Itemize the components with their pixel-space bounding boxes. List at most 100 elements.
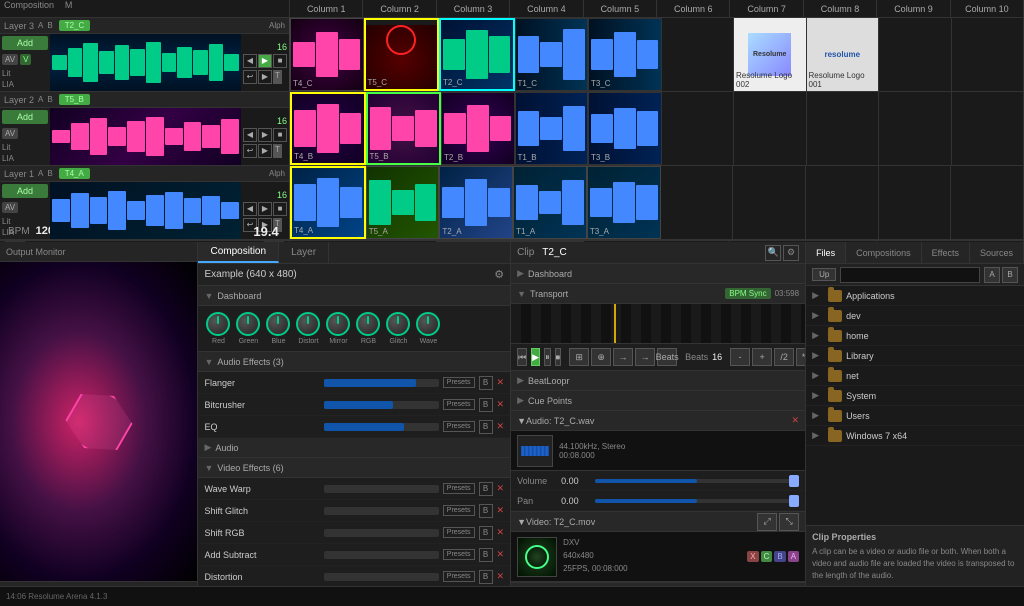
layer-1-stop-btn[interactable]: ■ [273,202,287,216]
clip-cell-l2-7[interactable] [807,92,880,165]
knob-glitch[interactable] [386,312,410,336]
tc-extra-3[interactable]: → [613,348,633,366]
clip-cell-l1-2[interactable]: T2_A [439,166,513,239]
knob-blue[interactable] [266,312,290,336]
dashboard-section-header[interactable]: ▼ Dashboard [198,286,510,306]
layer-1-add-button[interactable]: Add [2,184,48,198]
clip-settings-button[interactable]: ⚙ [783,245,799,261]
knob-rgb[interactable] [356,312,380,336]
tc-play-btn[interactable]: ▶ [531,348,540,366]
clip-cell-l1-5[interactable] [661,166,734,239]
cue-points-header[interactable]: ▶ Cue Points [511,391,805,411]
layer-2-add-button[interactable]: Add [2,110,48,124]
effect-shiftglitch-x-btn[interactable]: ✕ [497,505,505,516]
knob-mirror[interactable] [326,312,350,336]
beatloopr-header[interactable]: ▶ BeatLoopr [511,371,805,391]
effect-shiftrgb-b-btn[interactable]: B [479,526,493,540]
clip-cell-l3-4[interactable]: T3_C [588,18,662,91]
layer-3-prev-btn[interactable]: ◀ [243,54,257,68]
effect-flanger-presets-btn[interactable]: Presets [443,377,475,388]
transport-timeline[interactable] [511,304,805,344]
clip-cell-l3-6[interactable]: Resolume Resolume Logo 002 [734,18,807,91]
files-up-button[interactable]: Up [812,268,836,281]
layer-2-rew-btn[interactable]: ↩ [243,144,257,158]
layer-3-add-button[interactable]: Add [2,36,48,50]
effect-eq-b-btn[interactable]: B [479,420,493,434]
clip-search-button[interactable]: 🔍 [765,245,781,261]
layer-1-play-btn[interactable]: ▶ [258,202,272,216]
tc-beats-mode[interactable]: Beats [657,348,677,366]
file-item-system[interactable]: ▶ System [806,386,1024,406]
knob-green[interactable] [236,312,260,336]
tc-pause-btn[interactable]: ⏸ [544,348,551,366]
clip-cell-l2-2[interactable]: T2_B [441,92,515,165]
video-contract-btn[interactable]: ⤡ [779,513,799,531]
effect-eq-presets-btn[interactable]: Presets [443,421,475,432]
clip-cell-l3-7[interactable]: resolume Resolume Logo 001 [807,18,880,91]
files-b-btn[interactable]: B [1002,267,1018,283]
tab-files[interactable]: Files [806,242,846,263]
clip-cell-l3-0[interactable]: T4_C [290,18,364,91]
effect-flanger-b-btn[interactable]: B [479,376,493,390]
clip-cell-l2-8[interactable] [879,92,952,165]
clip-cell-l1-4[interactable]: T3_A [587,166,661,239]
clip-cell-l3-2[interactable]: T2_C [439,18,515,91]
file-item-applications[interactable]: ▶ Applications [806,286,1024,306]
file-item-windows[interactable]: ▶ Windows 7 x64 [806,426,1024,446]
effect-bitcrusher-x-btn[interactable]: ✕ [497,399,505,410]
clip-cell-l3-1[interactable]: T5_C [364,18,440,91]
effect-wavewarp-x-btn[interactable]: ✕ [497,483,505,494]
layer-3-stop-btn[interactable]: ■ [273,54,287,68]
tab-layer[interactable]: Layer [279,242,329,263]
clip-dashboard-header[interactable]: ▶ Dashboard [511,264,805,284]
effect-addsubtract-presets-btn[interactable]: Presets [443,549,475,560]
file-item-library[interactable]: ▶ Library [806,346,1024,366]
beats-double-btn[interactable]: *2 [796,348,805,366]
layer-2-play-btn[interactable]: ▶ [258,128,272,142]
layer-2-next-btn[interactable]: ▶ [258,144,272,158]
file-item-home[interactable]: ▶ home [806,326,1024,346]
video-expand-btn[interactable]: ⤢ [757,513,777,531]
clip-cell-l1-6[interactable] [733,166,806,239]
effect-distortion-b-btn[interactable]: B [479,570,493,584]
layer-3-play-btn[interactable]: ▶ [258,54,272,68]
transport-header[interactable]: ▼ Transport BPM Sync 03:598 [511,284,805,304]
tc-rewind-btn[interactable]: ⏮ [517,348,527,366]
clip-cell-l1-7[interactable] [806,166,879,239]
effect-shiftrgb-x-btn[interactable]: ✕ [497,527,505,538]
comp-settings-button[interactable]: ⚙ [494,268,504,281]
effect-wavewarp-presets-btn[interactable]: Presets [443,483,475,494]
clip-cell-l2-4[interactable]: T3_B [588,92,662,165]
effect-eq-x-btn[interactable]: ✕ [497,421,505,432]
tc-extra-4[interactable]: → [635,348,655,366]
layer-2-prev-btn[interactable]: ◀ [243,128,257,142]
file-item-dev[interactable]: ▶ dev [806,306,1024,326]
effect-distortion-presets-btn[interactable]: Presets [443,571,475,582]
knob-distort[interactable] [296,312,320,336]
clip-cell-l2-5[interactable] [662,92,735,165]
audio-effects-section-header[interactable]: ▼ Audio Effects (3) [198,352,510,372]
file-item-users[interactable]: ▶ Users [806,406,1024,426]
clip-cell-l1-0[interactable]: T4_A [290,166,366,239]
clip-cell-l2-0[interactable]: T4_B [290,92,366,165]
tab-compositions[interactable]: Compositions [846,242,922,263]
effect-wavewarp-b-btn[interactable]: B [479,482,493,496]
layer-1-prev-btn[interactable]: ◀ [243,202,257,216]
layer-2-stop-btn[interactable]: ■ [273,128,287,142]
clip-cell-l2-6[interactable] [734,92,807,165]
effect-bitcrusher-b-btn[interactable]: B [479,398,493,412]
effect-addsubtract-b-btn[interactable]: B [479,548,493,562]
knob-red[interactable] [206,312,230,336]
clip-cell-l1-3[interactable]: T1_A [513,166,587,239]
clip-cell-l3-3[interactable]: T1_C [515,18,589,91]
tab-composition[interactable]: Composition [198,242,279,263]
tab-sources[interactable]: Sources [970,242,1024,263]
knob-wave[interactable] [416,312,440,336]
beats-plus-btn[interactable]: + [752,348,772,366]
clip-cell-l1-9[interactable] [951,166,1024,239]
clip-cell-l2-1[interactable]: T5_B [366,92,442,165]
clip-cell-l1-8[interactable] [879,166,952,239]
layer-3-next-btn[interactable]: ▶ [258,70,272,84]
video-effects-section-header[interactable]: ▼ Video Effects (6) [198,458,510,478]
effect-shiftrgb-presets-btn[interactable]: Presets [443,527,475,538]
